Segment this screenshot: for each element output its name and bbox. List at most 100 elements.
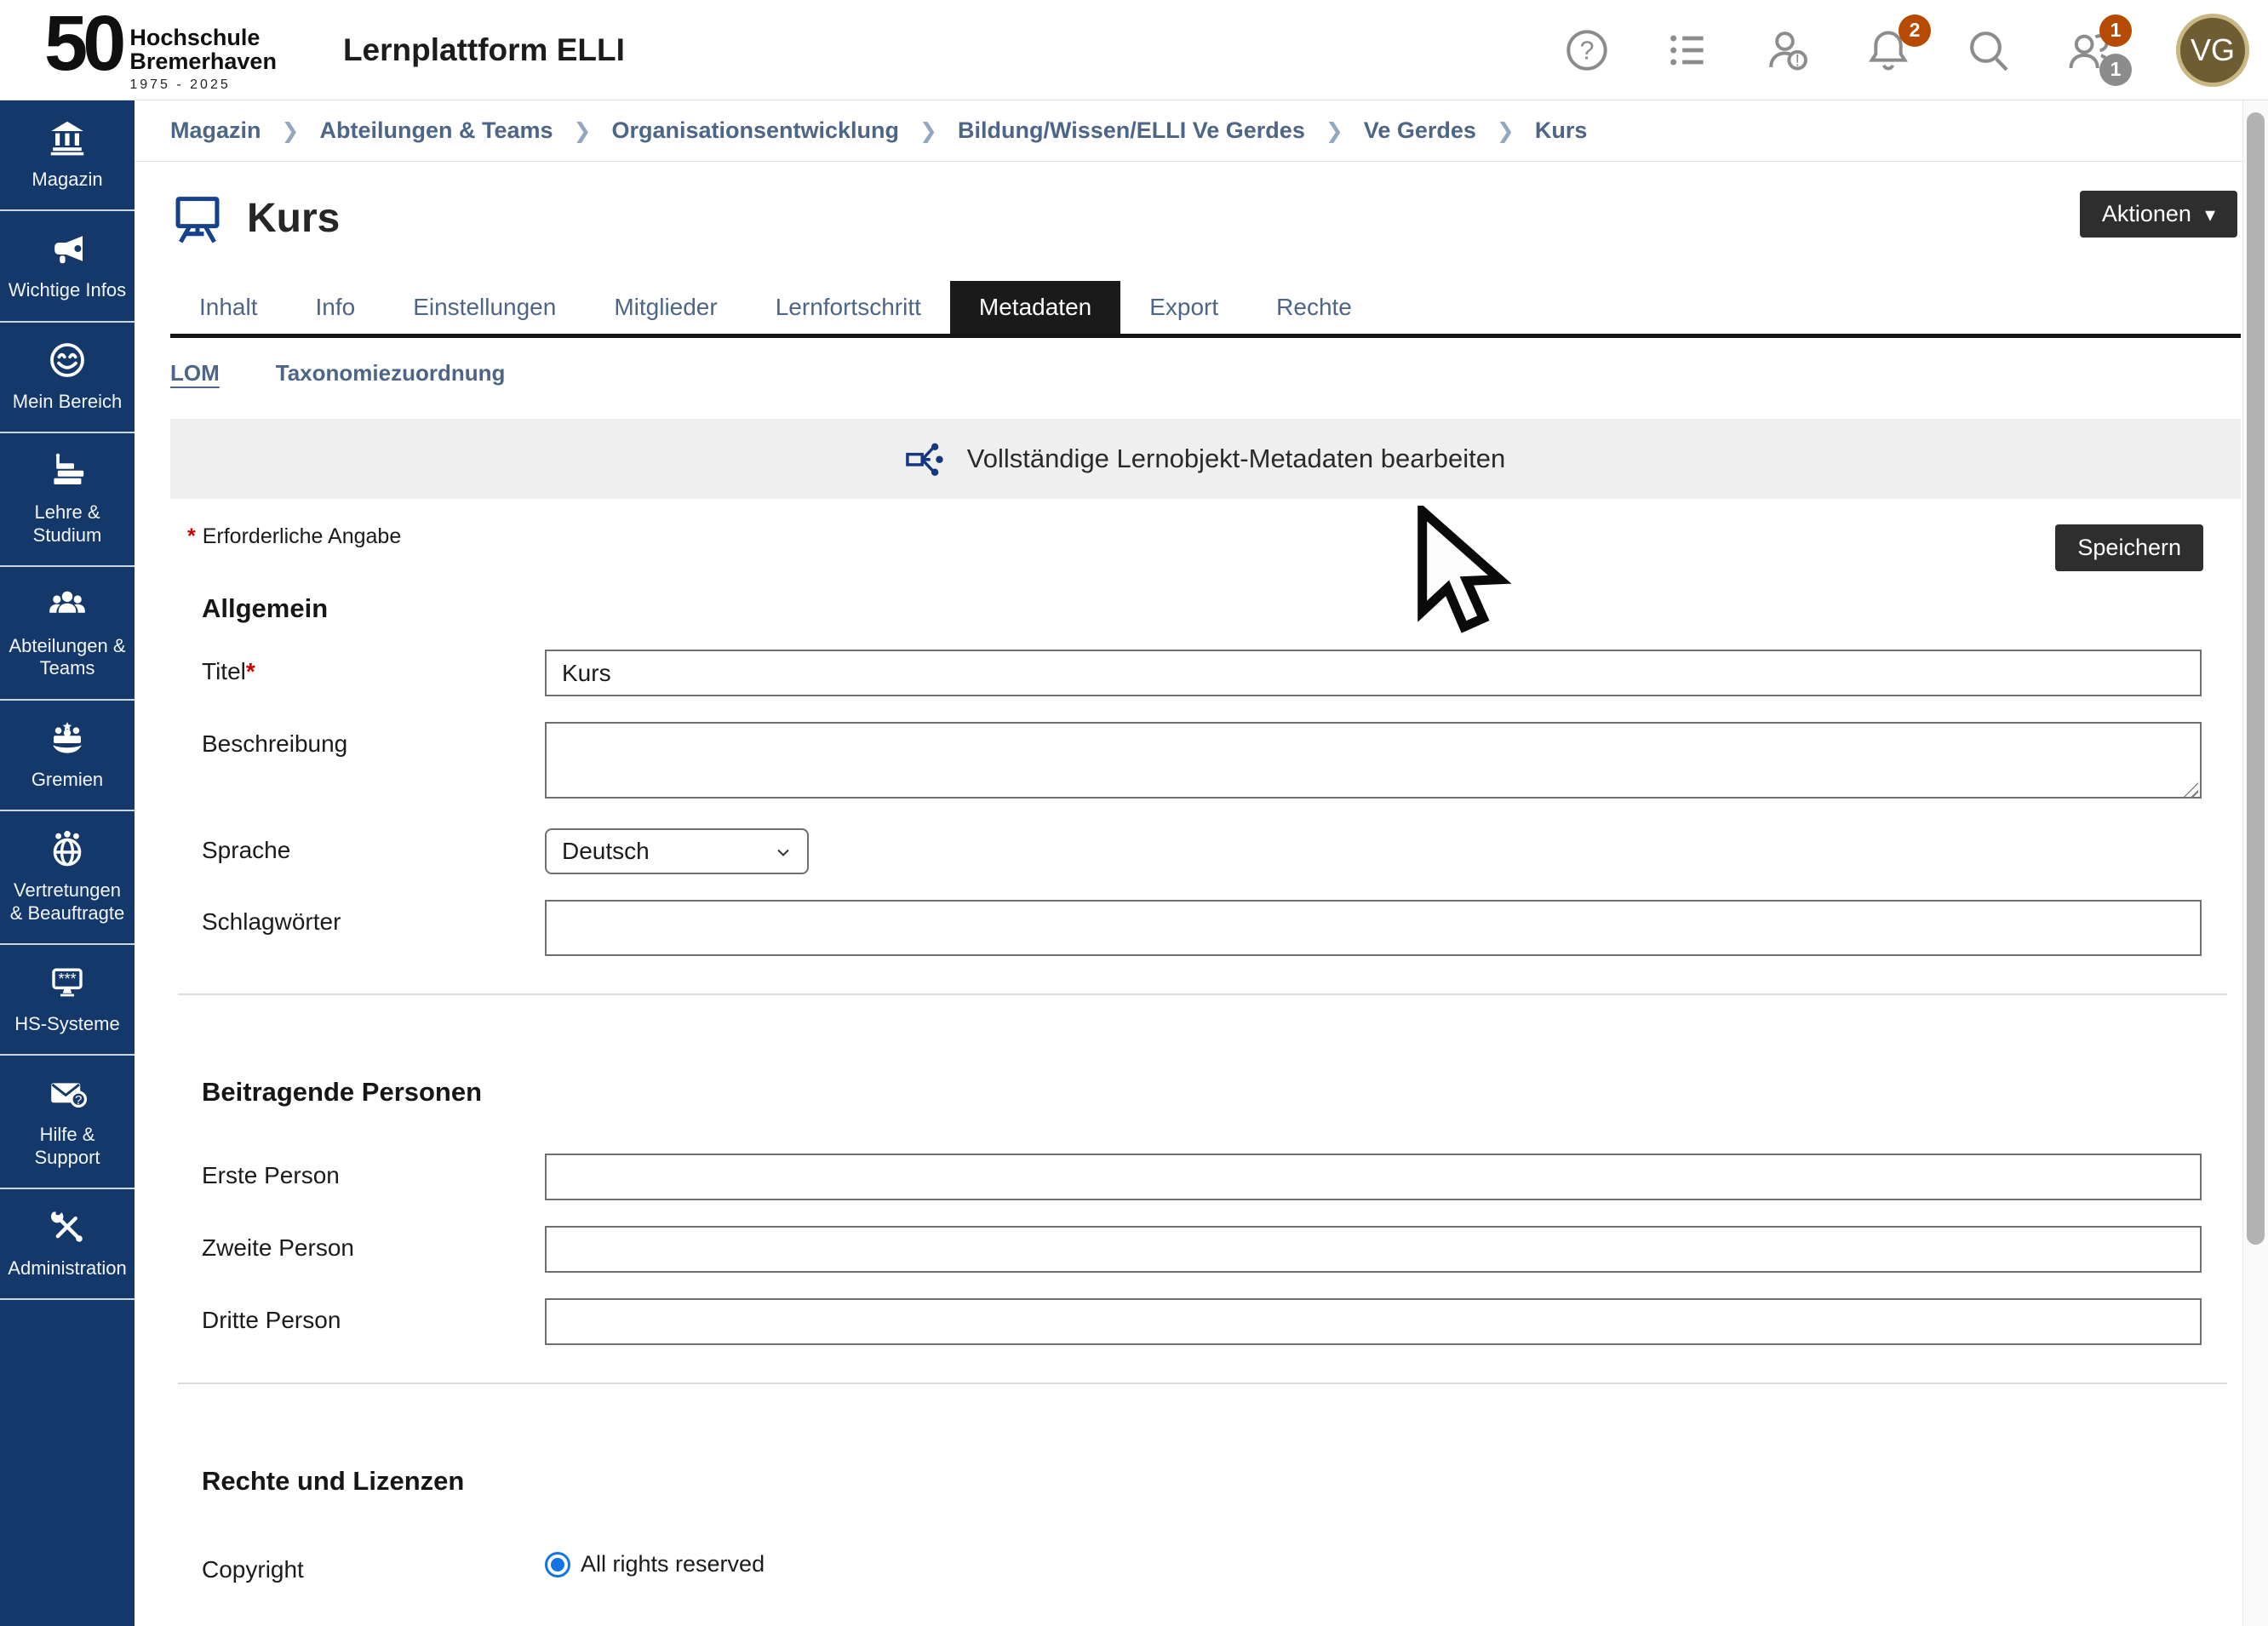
contacts-badge-top: 1 [2099, 14, 2132, 47]
bank-icon [47, 117, 88, 158]
sidebar-item-wichtige-infos[interactable]: Wichtige Infos [0, 211, 135, 322]
sidebar-item-abteilungen-teams[interactable]: Abteilungen & Teams [0, 567, 135, 701]
breadcrumb-item[interactable]: Abteilungen & Teams [319, 117, 553, 144]
breadcrumb-item[interactable]: Kurs [1535, 117, 1588, 144]
erste-person-input[interactable] [545, 1154, 2202, 1200]
sidebar-item-label: Mein Bereich [13, 391, 122, 413]
subtab-taxonomiezuordnung[interactable]: Taxonomiezuordnung [276, 360, 506, 386]
sidebar-item-label: Wichtige Infos [9, 279, 126, 301]
form-row-titel: Titel* [202, 650, 2202, 696]
sidebar-item-label: Vertretungen & Beauftragte [5, 879, 129, 925]
tab-info[interactable]: Info [287, 281, 385, 334]
breadcrumb-item[interactable]: Organisationsentwicklung [611, 117, 899, 144]
megaphone-icon [47, 228, 88, 269]
chevron-right-icon [1497, 118, 1515, 144]
tab-mitglieder[interactable]: Mitglieder [585, 281, 746, 334]
tab-export[interactable]: Export [1120, 281, 1247, 334]
sidebar-item-vertretungen[interactable]: Vertretungen & Beauftragte [0, 811, 135, 945]
tab-lernfortschritt[interactable]: Lernfortschritt [747, 281, 950, 334]
sidebar-item-hs-systeme[interactable]: *** HS-Systeme [0, 945, 135, 1056]
chevron-right-icon [574, 118, 592, 144]
tab-rechte[interactable]: Rechte [1247, 281, 1381, 334]
sprache-selected-value: Deutsch [562, 838, 650, 865]
form-row-copyright: Copyright All rights reserved [202, 1548, 2202, 1583]
copyright-option-label: All rights reserved [581, 1551, 765, 1577]
sidebar-item-label: HS-Systeme [14, 1013, 119, 1035]
bell-badge: 2 [1899, 14, 1931, 47]
vertical-scrollbar[interactable] [2242, 100, 2268, 1626]
mail-question-icon: ? [47, 1073, 88, 1114]
section-title-beitragende: Beitragende Personen [202, 1077, 2241, 1108]
svg-text:***: *** [58, 970, 76, 988]
hochschule-bremerhaven-logo[interactable]: 50 Hochschule Bremerhaven 1975 - 2025 [44, 7, 277, 93]
dritte-person-input[interactable] [545, 1298, 2202, 1345]
form-row-erste-person: Erste Person [202, 1154, 2202, 1200]
speichern-button[interactable]: Speichern [2055, 524, 2203, 571]
tab-inhalt[interactable]: Inhalt [170, 281, 287, 334]
bullet-list-icon[interactable] [1664, 26, 1711, 74]
dritte-person-label: Dritte Person [202, 1298, 545, 1334]
sidebar-item-label: Hilfe & Support [5, 1124, 129, 1169]
tab-einstellungen[interactable]: Einstellungen [384, 281, 585, 334]
erste-person-label: Erste Person [202, 1154, 545, 1189]
logo-years: 1975 - 2025 [129, 77, 277, 93]
avatar[interactable]: VG [2176, 14, 2249, 87]
form-row-dritte-person: Dritte Person [202, 1298, 2202, 1345]
titel-label: Titel* [202, 650, 545, 685]
copyright-radio[interactable] [545, 1552, 570, 1577]
form-row-schlagwoerter: Schlagwörter [202, 900, 2202, 956]
breadcrumb-item[interactable]: Ve Gerdes [1364, 117, 1476, 144]
main-area: Magazin Abteilungen & Teams Organisation… [135, 100, 2242, 1626]
section-divider [178, 1383, 2227, 1384]
form-row-sprache: Sprache Deutsch [202, 828, 2202, 874]
sprache-label: Sprache [202, 828, 545, 864]
top-header: 50 Hochschule Bremerhaven 1975 - 2025 Le… [0, 0, 2268, 100]
breadcrumb-item[interactable]: Magazin [170, 117, 261, 144]
chevron-right-icon [1326, 118, 1343, 144]
breadcrumb-item[interactable]: Bildung/Wissen/ELLI Ve Gerdes [958, 117, 1305, 144]
form-row-beschreibung: Beschreibung [202, 722, 2202, 803]
people-group-icon [47, 584, 88, 625]
sidebar-item-label: Abteilungen & Teams [5, 635, 129, 680]
help-icon[interactable]: ? [1563, 26, 1611, 74]
section-title-rechte: Rechte und Lizenzen [202, 1466, 2241, 1497]
app-title: Lernplattform ELLI [343, 32, 625, 68]
sidebar-item-administration[interactable]: Administration [0, 1189, 135, 1300]
chevron-right-icon [282, 118, 300, 144]
sprache-select[interactable]: Deutsch [545, 828, 809, 874]
subtab-lom[interactable]: LOM [170, 360, 220, 386]
schlagwoerter-label: Schlagwörter [202, 900, 545, 936]
sidebar-item-label: Administration [8, 1257, 126, 1280]
logo-line1: Hochschule [129, 26, 277, 49]
edit-full-metadata-banner[interactable]: Vollständige Lernobjekt-Metadaten bearbe… [170, 419, 2241, 499]
beschreibung-textarea[interactable] [545, 722, 2202, 799]
sidebar-item-mein-bereich[interactable]: Mein Bereich [0, 323, 135, 433]
zweite-person-input[interactable] [545, 1226, 2202, 1273]
sidebar-item-hilfe-support[interactable]: ? Hilfe & Support [0, 1056, 135, 1189]
section-title-allgemein: Allgemein [202, 593, 2241, 624]
titel-input[interactable] [545, 650, 2202, 696]
svg-text:?: ? [75, 1093, 82, 1108]
sidebar-item-label: Lehre & Studium [5, 501, 129, 547]
globe-people-icon [47, 828, 88, 869]
schlagwoerter-input[interactable] [545, 900, 2202, 956]
tools-icon [47, 1206, 88, 1247]
course-board-icon [170, 191, 225, 245]
sub-tab-bar: LOM Taxonomiezuordnung [170, 360, 2241, 386]
scrollbar-thumb[interactable] [2247, 112, 2265, 1245]
sidebar-item-gremien[interactable]: Gremien [0, 701, 135, 811]
user-alert-icon[interactable]: ! [1764, 26, 1812, 74]
sidebar-item-lehre-studium[interactable]: Lehre & Studium [0, 433, 135, 567]
notifications-bell-icon[interactable]: 2 [1864, 26, 1912, 74]
page-title: Kurs [247, 195, 340, 242]
search-icon[interactable] [1965, 26, 2013, 74]
chevron-down-icon [2191, 201, 2215, 226]
form-row-zweite-person: Zweite Person [202, 1226, 2202, 1273]
tab-metadaten[interactable]: Metadaten [950, 281, 1120, 334]
aktionen-button[interactable]: Aktionen [2080, 191, 2237, 238]
lernplattform-elli-app: 50 Hochschule Bremerhaven 1975 - 2025 Le… [0, 0, 2268, 1626]
contacts-icon[interactable]: 1 1 [2065, 26, 2113, 74]
contacts-badge-bottom: 1 [2099, 54, 2132, 86]
sidebar-item-magazin[interactable]: Magazin [0, 100, 135, 211]
logo-line2: Bremerhaven [129, 49, 277, 73]
